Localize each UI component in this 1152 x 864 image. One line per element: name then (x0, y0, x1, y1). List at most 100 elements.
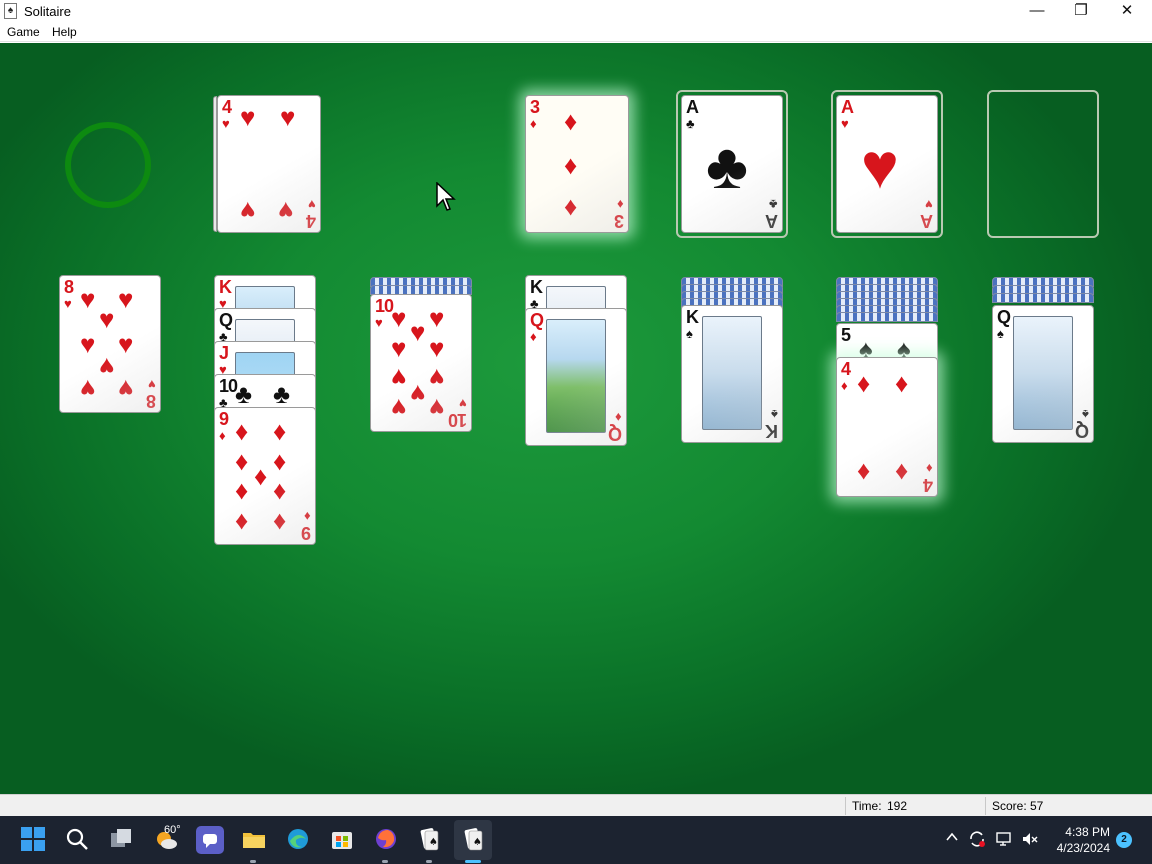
menu-help[interactable]: Help (52, 25, 77, 39)
diamond-icon: ♦ (254, 461, 268, 491)
solitaire-taskbar-button-2[interactable]: ♠ (459, 826, 487, 854)
volume-muted-icon[interactable] (1021, 830, 1039, 851)
search-button[interactable] (63, 826, 91, 854)
card-rank: Q (1075, 421, 1089, 441)
chat-icon (203, 834, 217, 848)
stock-redeal-ring-icon[interactable] (65, 122, 151, 208)
running-indicator (426, 860, 432, 863)
menu-game[interactable]: Game (7, 25, 40, 39)
card-rank: 4 (306, 211, 316, 231)
microsoft-store-button[interactable] (328, 826, 356, 854)
foundation-2-card[interactable]: A ♣ ♣ ♣ A (681, 95, 783, 233)
heart-icon: ♥ (429, 363, 445, 393)
heart-icon: ♥ (80, 329, 96, 359)
heart-icon: ♥ (80, 374, 96, 404)
card-rank: Q (530, 310, 544, 330)
diamond-icon: ♦ (235, 478, 249, 508)
card-rank: 3 (614, 211, 624, 231)
heart-icon: ♥ (99, 352, 115, 382)
tableau-5-card-king-spades[interactable]: K ♠ ♠ K (681, 305, 783, 443)
clock-date: 4/23/2024 (1056, 841, 1110, 855)
diamond-icon: ♦ (530, 116, 537, 131)
heart-icon: ♥ (240, 196, 256, 226)
heart-icon: ♥ (240, 102, 256, 132)
club-icon: ♣ (706, 130, 748, 202)
sync-error-icon[interactable] (968, 830, 986, 851)
diamond-icon: ♦ (564, 194, 578, 224)
tableau-4-card-queen-diamonds[interactable]: Q ♦ ♦ Q (525, 308, 627, 446)
system-clock[interactable]: 4:38 PM 4/23/2024 (1057, 824, 1110, 856)
show-hidden-icons-chevron-icon[interactable] (945, 830, 959, 847)
card-rank: 4 (222, 97, 232, 117)
heart-icon: ♥ (429, 333, 445, 363)
diamond-icon: ♦ (235, 446, 249, 476)
weather-temperature: 60° (164, 824, 181, 836)
diamond-icon: ♦ (530, 329, 537, 344)
foundation-1-card[interactable]: 3 ♦ ♦ ♦ ♦ ♦ 3 (525, 95, 629, 233)
heart-icon: ♥ (391, 393, 407, 423)
edge-browser-button[interactable] (284, 826, 312, 854)
solitaire-taskbar-button-1[interactable]: ♠ (415, 826, 443, 854)
tableau-3-card-10-hearts[interactable]: 10 ♥ ♥ ♥ ♥ ♥ ♥ ♥ ♥ ♥ ♥ ♥ ♥ 10 (370, 294, 472, 432)
restore-button[interactable]: ❐ (1058, 0, 1104, 22)
heart-icon: ♥ (222, 116, 230, 131)
close-button[interactable]: ✕ (1104, 0, 1150, 22)
diamond-icon: ♦ (895, 368, 909, 398)
task-view-button[interactable] (107, 826, 135, 854)
waste-top-card[interactable]: 4 ♥ ♥ ♥ ♥ ♥ ♥ 4 (217, 95, 321, 233)
notification-badge[interactable]: 2 (1116, 832, 1132, 848)
diamond-icon: ♦ (564, 150, 578, 180)
time-value: 192 (887, 799, 908, 813)
card-rank: K (766, 421, 778, 441)
game-table[interactable]: 4 ♥ ♥ ♥ ♥ ♥ ♥ 4 3 ♦ ♦ ♦ ♦ ♦ 3 A ♣ ♣ ♣ A … (0, 43, 1152, 794)
heart-icon: ♥ (429, 393, 445, 423)
time-label: Time: (852, 799, 882, 813)
tableau-1-card-8-hearts[interactable]: 8 ♥ ♥ ♥ ♥ ♥ ♥ ♥ ♥ ♥ ♥ 8 (59, 275, 161, 413)
taskbar: 60° ♠ ♠ 4:38 PM 4/23/2024 2 (0, 816, 1152, 864)
search-icon (66, 828, 88, 850)
teams-chat-button[interactable] (196, 826, 224, 854)
queen-illustration (1013, 316, 1073, 430)
heart-icon: ♥ (861, 130, 899, 202)
foundation-3-card[interactable]: A ♥ ♥ ♥ A (836, 95, 938, 233)
diamond-icon: ♦ (273, 416, 287, 446)
heart-icon: ♥ (278, 196, 294, 226)
tableau-7-card-queen-spades[interactable]: Q ♠ ♠ Q (992, 305, 1094, 443)
card-rank: A (686, 97, 699, 117)
club-icon: ♣ (235, 379, 253, 409)
start-button[interactable] (19, 826, 47, 854)
network-icon[interactable] (995, 830, 1013, 851)
minimize-button[interactable]: — (1014, 0, 1060, 22)
tableau-6-card-4-diamonds[interactable]: 4 ♦ ♦ ♦ ♦ ♦ ♦ 4 (836, 357, 938, 497)
file-explorer-button[interactable] (240, 826, 268, 854)
firefox-button[interactable] (372, 826, 400, 854)
card-rank: 4 (841, 359, 851, 379)
heart-icon: ♥ (391, 333, 407, 363)
diamond-icon: ♦ (895, 458, 909, 488)
card-rank: J (219, 343, 229, 363)
foundation-4-empty-slot[interactable] (987, 90, 1099, 238)
score-label: Score: (992, 799, 1027, 813)
heart-icon: ♥ (391, 363, 407, 393)
tableau-2-card-9-diamonds[interactable]: 9 ♦ ♦ ♦ ♦ ♦ ♦ ♦ ♦ ♦ ♦ ♦ 9 (214, 407, 316, 545)
card-rank: 9 (301, 523, 311, 543)
card-rank: K (530, 277, 543, 297)
diamond-icon: ♦ (273, 508, 287, 538)
active-indicator (465, 860, 481, 863)
card-rank: A (921, 211, 933, 231)
svg-text:♠: ♠ (429, 837, 438, 848)
heart-icon: ♥ (410, 317, 426, 347)
store-icon (332, 832, 352, 849)
diamond-icon: ♦ (564, 106, 578, 136)
windows-logo-icon (21, 827, 45, 851)
diamond-icon: ♦ (219, 428, 226, 443)
heart-icon: ♥ (391, 303, 407, 333)
diamond-icon: ♦ (857, 458, 871, 488)
heart-icon: ♥ (118, 374, 134, 404)
card-rank: 10 (448, 410, 467, 430)
heart-icon: ♥ (841, 116, 849, 131)
title-bar: ♠ Solitaire — ❐ ✕ (0, 0, 1152, 22)
status-divider (985, 797, 986, 815)
solitaire-cards-icon: ♠ (420, 828, 439, 851)
queen-illustration (546, 319, 606, 433)
